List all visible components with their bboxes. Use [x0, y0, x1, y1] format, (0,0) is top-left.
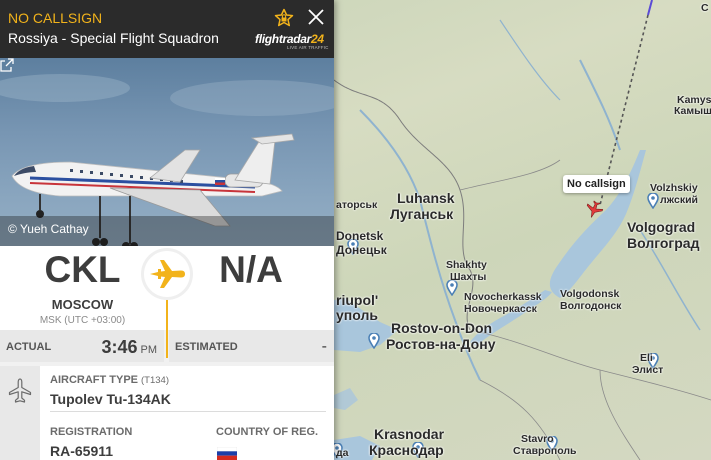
map-label-volgograd: Volgograd: [627, 219, 696, 235]
times-row: ACTUAL 3:46 PM ESTIMATED -: [0, 330, 334, 362]
map-label-shakhty: Shakhty: [446, 259, 487, 271]
map-label-shakhty-cyr: Шахты: [450, 271, 487, 283]
aircraft-photo[interactable]: © Yueh Cathay: [0, 58, 334, 246]
origin-airport[interactable]: CKL MOSCOW MSK (UTC +03:00): [0, 249, 165, 327]
map-label-stavropol-cyr: Ставрополь: [513, 445, 577, 457]
map-label-rostov-cyr: Ростов-на-Дону: [386, 336, 496, 352]
map-label-volzhskiy-cyr: лжский: [660, 194, 698, 206]
map-label-novocherkassk: Novocherkassk: [464, 291, 542, 303]
details-divider: [50, 411, 326, 412]
country-label: COUNTRY OF REG.: [216, 426, 319, 438]
map-label-stavropol: Stavro: [521, 433, 554, 445]
airport-pin-icon[interactable]: [647, 193, 659, 209]
airplane-icon: [150, 260, 185, 288]
map-label-elista: Eli: [640, 352, 653, 364]
aircraft-details: AIRCRAFT TYPE (T134) Tupolev Tu-134AK REG…: [0, 366, 334, 460]
route-plane-badge: [144, 251, 190, 297]
map-label-krasnodar: Krasnodar: [374, 426, 445, 442]
favorite-star-icon[interactable]: [274, 8, 294, 28]
aircraft-outline-icon: [8, 378, 32, 403]
map-label-bottom-left: да: [336, 447, 349, 459]
map-label-volgodonsk: Volgodonsk: [560, 288, 620, 300]
estimated-value: -: [321, 338, 327, 355]
map-label-luhansk: Luhansk: [397, 190, 455, 206]
close-icon[interactable]: [307, 8, 325, 26]
origin-timezone: MSK (UTC +03:00): [39, 315, 126, 326]
external-link-icon[interactable]: [0, 58, 14, 72]
origin-code: CKL: [44, 249, 121, 290]
photo-credit: © Yueh Cathay: [8, 222, 89, 236]
map-label-luhansk-cyr: Луганськ: [390, 206, 454, 222]
map-label-matorsk: аторськ: [336, 199, 378, 211]
aircraft-type-label: AIRCRAFT TYPE (T134): [50, 374, 169, 386]
map-label-donetsk-cyr: Донецьк: [336, 243, 387, 257]
airport-pin-icon[interactable]: [368, 333, 380, 349]
map-label-volzhskiy: Volzhskiy: [650, 182, 698, 194]
origin-city: MOSCOW: [51, 297, 114, 312]
actual-time: 3:46 PM: [101, 337, 157, 357]
destination-airport: N/A: [168, 250, 334, 290]
map-label-krasnodar-cyr: Краснодар: [369, 442, 444, 458]
estimated-label: ESTIMATED: [175, 341, 238, 353]
map-label-donetsk: Donetsk: [336, 229, 384, 243]
map-label-elista-cyr: Элист: [632, 364, 664, 376]
flight-details-panel: NO CALLSIGN Rossiya - Special Flight Squ…: [0, 0, 334, 460]
destination-code: N/A: [219, 249, 283, 290]
map-label-volgodonsk-cyr: Волгодонск: [560, 300, 622, 312]
registration-value: RA-65911: [50, 443, 114, 459]
map-label-top-right: C: [701, 2, 709, 14]
aircraft-details-sidebar: [0, 366, 40, 460]
map-label-mariupol: riupol': [336, 292, 379, 308]
actual-departure-cell: ACTUAL 3:46 PM: [0, 330, 164, 362]
map-label-novocherkassk-cyr: Новочеркасск: [464, 303, 537, 315]
flight-callsign-tag[interactable]: No callsign: [563, 175, 630, 193]
aircraft-type-value: Tupolev Tu-134AK: [50, 391, 171, 407]
map-label-rostov: Rostov-on-Don: [391, 320, 493, 336]
logo-subtitle: LIVE AIR TRAFFIC: [287, 45, 329, 50]
registration-label: REGISTRATION: [50, 426, 133, 438]
estimated-arrival-cell: ESTIMATED -: [169, 330, 334, 362]
actual-label: ACTUAL: [6, 341, 52, 353]
route-section: CKL MOSCOW MSK (UTC +03:00) N/A: [0, 246, 334, 358]
map-label-mariupol-cyr: уполь: [336, 307, 378, 323]
map-label-kamyshin-cyr: Камыш: [674, 105, 711, 117]
panel-header: NO CALLSIGN Rossiya - Special Flight Squ…: [0, 0, 334, 58]
flightradar24-logo: flightradar24: [255, 32, 324, 46]
map-label-volgograd-cyr: Волгоград: [627, 235, 700, 251]
russia-flag-icon: [217, 447, 237, 460]
